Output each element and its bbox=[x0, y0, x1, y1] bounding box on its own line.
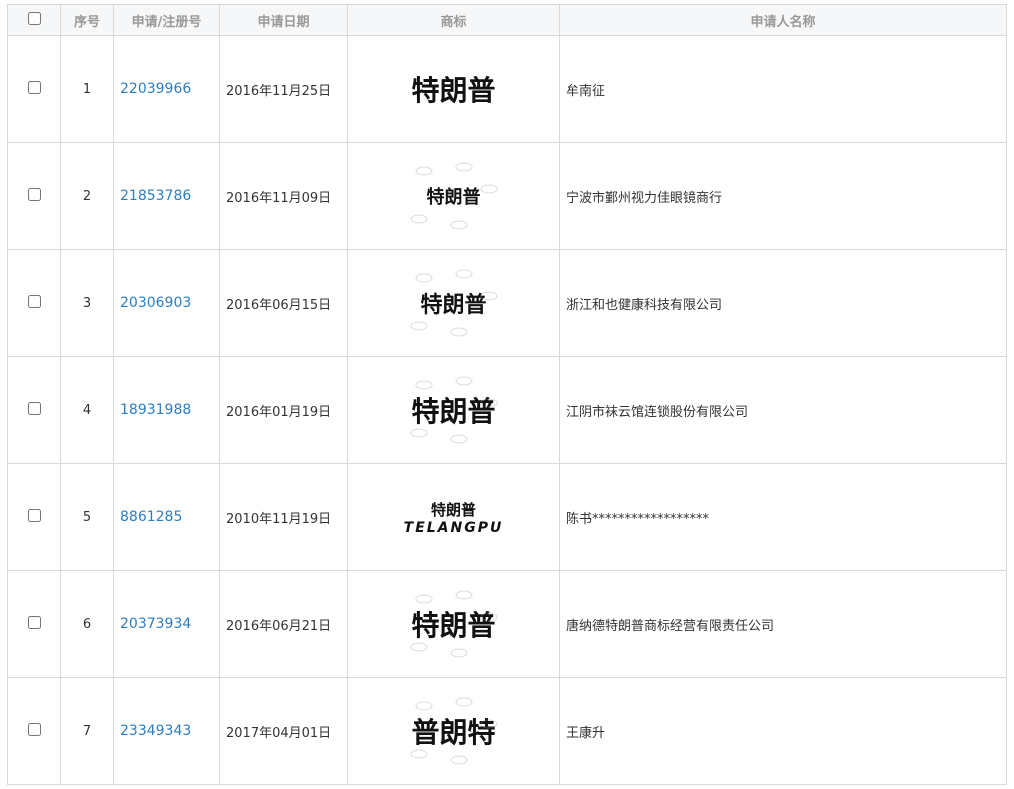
trademark-image[interactable]: 特朗普 bbox=[404, 159, 504, 233]
row-checkbox[interactable] bbox=[27, 187, 41, 201]
row-seq: 5 bbox=[60, 463, 114, 571]
row-checkbox[interactable] bbox=[27, 80, 41, 94]
row-mark-cell: 特朗普 bbox=[347, 142, 560, 250]
row-date: 2016年06月15日 bbox=[219, 249, 348, 357]
select-all-checkbox[interactable] bbox=[27, 11, 41, 25]
reg-number-link[interactable]: 18931988 bbox=[120, 402, 191, 418]
watermark-icon bbox=[410, 162, 497, 230]
row-date: 2016年06月21日 bbox=[219, 570, 348, 678]
reg-number-link[interactable]: 21853786 bbox=[120, 188, 191, 204]
row-seq: 1 bbox=[60, 35, 114, 143]
header-applicant: 申请人名称 bbox=[559, 4, 1007, 36]
row-checkbox[interactable] bbox=[27, 508, 41, 522]
trademark-image[interactable]: 特朗普 bbox=[404, 373, 504, 447]
select-all-cell bbox=[7, 4, 61, 36]
watermark-icon bbox=[410, 590, 497, 658]
row-select-cell bbox=[7, 142, 61, 250]
row-mark-cell: 普朗特 bbox=[347, 677, 560, 785]
table-row: 7 23349343 2017年04月01日 普朗特 王康升 bbox=[7, 677, 1007, 785]
row-reg-cell: 22039966 bbox=[113, 35, 220, 143]
row-select-cell bbox=[7, 570, 61, 678]
reg-number-link[interactable]: 20373934 bbox=[120, 616, 191, 632]
trademark-image[interactable]: 特朗普 TELANGPU bbox=[404, 480, 504, 554]
row-seq: 6 bbox=[60, 570, 114, 678]
trademark-image[interactable]: 特朗普 bbox=[404, 266, 504, 340]
table-row: 5 8861285 2010年11月19日 特朗普 TELANGPU 陈书***… bbox=[7, 463, 1007, 571]
table-row: 6 20373934 2016年06月21日 特朗普 唐纳德特朗普商标经营有限责… bbox=[7, 570, 1007, 678]
trademark-image[interactable]: 特朗普 bbox=[404, 587, 504, 661]
trademark-image[interactable]: 普朗特 bbox=[404, 694, 504, 768]
header-seq: 序号 bbox=[60, 4, 114, 36]
watermark-icon bbox=[410, 697, 497, 765]
row-select-cell bbox=[7, 249, 61, 357]
row-date: 2016年01月19日 bbox=[219, 356, 348, 464]
row-mark-cell: 特朗普 bbox=[347, 356, 560, 464]
row-date: 2016年11月09日 bbox=[219, 142, 348, 250]
row-applicant: 陈书****************** bbox=[559, 463, 1007, 571]
row-date: 2016年11月25日 bbox=[219, 35, 348, 143]
trademark-table: 序号 申请/注册号 申请日期 商标 申请人名称 1 22039966 2016年… bbox=[7, 4, 1007, 785]
watermark-icon bbox=[410, 269, 497, 337]
row-reg-cell: 21853786 bbox=[113, 142, 220, 250]
header-reg-number: 申请/注册号 bbox=[113, 4, 220, 36]
trademark-text: 特朗普 bbox=[411, 74, 496, 107]
row-seq: 2 bbox=[60, 142, 114, 250]
row-checkbox[interactable] bbox=[27, 401, 41, 415]
reg-number-link[interactable]: 23349343 bbox=[120, 723, 191, 739]
row-seq: 4 bbox=[60, 356, 114, 464]
row-reg-cell: 8861285 bbox=[113, 463, 220, 571]
row-select-cell bbox=[7, 677, 61, 785]
row-checkbox[interactable] bbox=[27, 294, 41, 308]
row-mark-cell: 特朗普 TELANGPU bbox=[347, 463, 560, 571]
trademark-text: 特朗普 bbox=[430, 500, 476, 519]
row-reg-cell: 18931988 bbox=[113, 356, 220, 464]
table-row: 2 21853786 2016年11月09日 特朗普 宁波市鄞州视力佳眼镜商行 bbox=[7, 142, 1007, 250]
row-date: 2017年04月01日 bbox=[219, 677, 348, 785]
row-seq: 3 bbox=[60, 249, 114, 357]
reg-number-link[interactable]: 20306903 bbox=[120, 295, 191, 311]
reg-number-link[interactable]: 22039966 bbox=[120, 81, 191, 97]
row-reg-cell: 20306903 bbox=[113, 249, 220, 357]
row-reg-cell: 20373934 bbox=[113, 570, 220, 678]
table-row: 3 20306903 2016年06月15日 特朗普 浙江和也健康科技有限公司 bbox=[7, 249, 1007, 357]
row-mark-cell: 特朗普 bbox=[347, 35, 560, 143]
row-reg-cell: 23349343 bbox=[113, 677, 220, 785]
table-row: 4 18931988 2016年01月19日 特朗普 江阴市袜云馆连锁股份有限公… bbox=[7, 356, 1007, 464]
trademark-image[interactable]: 特朗普 bbox=[404, 52, 504, 126]
row-checkbox[interactable] bbox=[27, 722, 41, 736]
row-seq: 7 bbox=[60, 677, 114, 785]
trademark-subtext: TELANGPU bbox=[403, 519, 504, 536]
row-select-cell bbox=[7, 35, 61, 143]
table-row: 1 22039966 2016年11月25日 特朗普 牟南征 bbox=[7, 35, 1007, 143]
header-mark: 商标 bbox=[347, 4, 560, 36]
row-mark-cell: 特朗普 bbox=[347, 570, 560, 678]
row-applicant: 唐纳德特朗普商标经营有限责任公司 bbox=[559, 570, 1007, 678]
row-mark-cell: 特朗普 bbox=[347, 249, 560, 357]
row-applicant: 浙江和也健康科技有限公司 bbox=[559, 249, 1007, 357]
row-applicant: 王康升 bbox=[559, 677, 1007, 785]
table-header-row: 序号 申请/注册号 申请日期 商标 申请人名称 bbox=[7, 4, 1007, 36]
watermark-icon bbox=[410, 376, 497, 444]
row-date: 2010年11月19日 bbox=[219, 463, 348, 571]
row-select-cell bbox=[7, 463, 61, 571]
row-applicant: 江阴市袜云馆连锁股份有限公司 bbox=[559, 356, 1007, 464]
row-applicant: 牟南征 bbox=[559, 35, 1007, 143]
row-applicant: 宁波市鄞州视力佳眼镜商行 bbox=[559, 142, 1007, 250]
reg-number-link[interactable]: 8861285 bbox=[120, 509, 182, 525]
row-select-cell bbox=[7, 356, 61, 464]
header-date: 申请日期 bbox=[219, 4, 348, 36]
row-checkbox[interactable] bbox=[27, 615, 41, 629]
